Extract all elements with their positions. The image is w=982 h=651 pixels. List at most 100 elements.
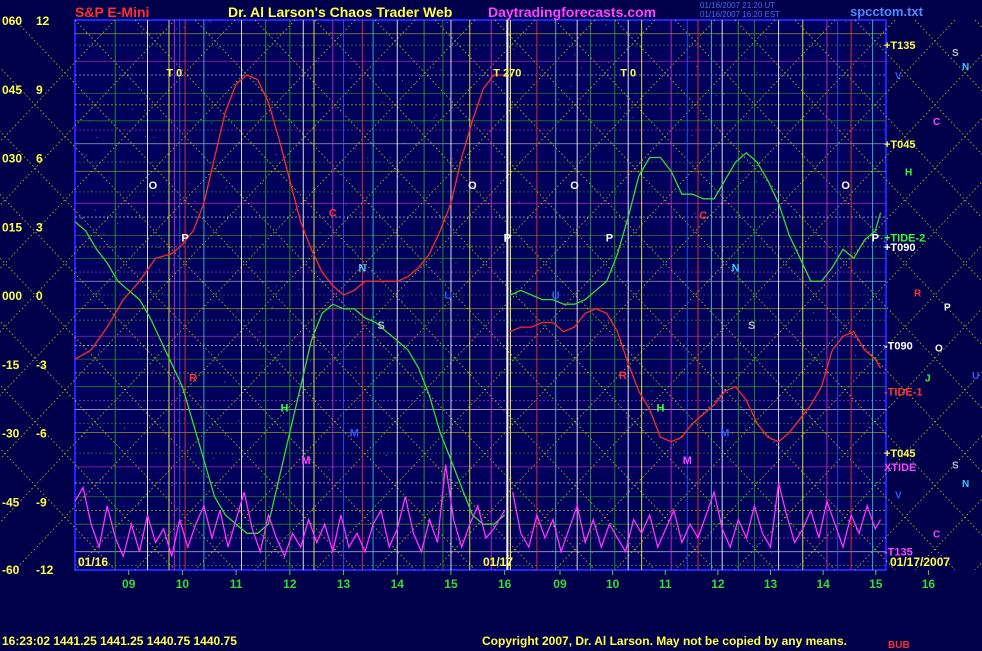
star-dot: [142, 57, 144, 59]
chart-annotation-label: M: [301, 455, 310, 467]
y-axis-inner-label: 3: [36, 220, 43, 234]
star-dot: [158, 269, 160, 271]
star-dot: [867, 561, 869, 562]
level-label: -T090: [884, 340, 913, 352]
star-dot: [362, 382, 364, 383]
star-dot: [865, 117, 867, 119]
star-dot: [121, 161, 122, 163]
planet-letter: U: [972, 371, 979, 382]
x-axis-tick-label: 16: [922, 577, 936, 591]
y-axis-outer-label: 030: [2, 152, 22, 166]
chart-annotation-label: U: [444, 290, 452, 302]
star-dot: [725, 246, 727, 248]
star-dot: [800, 332, 802, 334]
star-dot: [817, 84, 819, 86]
date-label-day2: 01/17: [483, 555, 513, 569]
star-dot: [588, 238, 590, 239]
star-dot: [127, 215, 128, 217]
level-label: -T135: [884, 547, 913, 559]
star-dot: [435, 114, 437, 116]
star-dot: [98, 330, 100, 332]
star-dot: [75, 267, 76, 269]
star-dot: [445, 499, 446, 501]
star-dot: [479, 149, 481, 151]
chart-annotation-label: P: [606, 233, 613, 245]
star-dot: [178, 420, 180, 422]
star-dot: [389, 157, 391, 159]
star-dot: [517, 564, 519, 566]
star-dot: [550, 262, 552, 264]
x-axis-tick-label: 16: [498, 577, 512, 591]
star-dot: [268, 506, 270, 508]
star-dot: [292, 217, 294, 219]
star-dot: [647, 401, 649, 403]
star-dot: [528, 468, 530, 470]
star-dot: [298, 531, 300, 533]
star-dot: [117, 223, 118, 224]
star-dot: [276, 285, 278, 287]
star-dot: [128, 88, 130, 90]
chart-annotation-label: R: [189, 373, 197, 385]
chart-annotation-label: P: [181, 233, 188, 245]
y-axis-outer-label: -60: [2, 563, 20, 577]
x-axis-tick-label: 14: [391, 577, 405, 591]
star-dot: [381, 527, 383, 529]
planet-letter: C: [933, 117, 940, 128]
star-dot: [132, 108, 134, 110]
star-dot: [176, 456, 178, 458]
star-dot: [529, 288, 531, 289]
star-dot: [496, 151, 498, 153]
planet-letter: P: [944, 302, 951, 313]
star-dot: [110, 453, 111, 455]
star-dot: [691, 134, 693, 136]
star-dot: [797, 389, 799, 391]
x-axis-tick-label: 11: [230, 577, 243, 591]
level-label: XTIDE: [884, 462, 916, 474]
website-link[interactable]: Daytradingforecasts.com: [488, 4, 656, 20]
x-axis-tick-label: 09: [122, 577, 136, 591]
timestamp-utc: 01/16/2007 21:20 UT: [700, 1, 776, 10]
star-dot: [345, 204, 347, 206]
star-dot: [386, 454, 387, 456]
star-dot: [468, 157, 470, 159]
star-dot: [432, 67, 434, 69]
star-dot: [845, 21, 847, 22]
y-axis-inner-label: 6: [36, 152, 43, 166]
star-dot: [226, 187, 228, 189]
star-dot: [586, 223, 588, 225]
star-dot: [570, 85, 572, 87]
planet-letter: V: [895, 71, 902, 82]
star-dot: [547, 444, 549, 445]
x-axis-tick-label: 10: [606, 577, 620, 591]
chart-annotation-label: O: [841, 180, 850, 192]
y-axis-outer-label: 000: [2, 289, 22, 303]
star-dot: [757, 567, 759, 569]
star-dot: [144, 109, 145, 111]
star-dot: [790, 417, 792, 418]
star-dot: [276, 154, 278, 155]
chart-annotation-label: P: [872, 233, 879, 245]
star-dot: [113, 246, 115, 248]
footer-tag: BUB: [888, 640, 910, 651]
star-dot: [561, 237, 562, 239]
star-dot: [723, 93, 725, 95]
star-dot: [863, 325, 865, 327]
star-dot: [860, 511, 862, 513]
date-label-day1: 01/16: [78, 555, 108, 569]
star-dot: [301, 45, 303, 47]
star-dot: [440, 261, 442, 263]
star-dot: [137, 504, 139, 506]
star-dot: [551, 278, 553, 279]
star-dot: [301, 288, 303, 290]
star-dot: [430, 292, 432, 294]
star-dot: [735, 357, 737, 359]
star-dot: [554, 21, 556, 23]
chart-annotation-label: C: [699, 210, 707, 222]
star-dot: [356, 557, 358, 559]
star-dot: [690, 379, 692, 381]
y-axis-outer-label: 060: [2, 14, 22, 28]
star-dot: [310, 360, 311, 362]
star-dot: [259, 539, 261, 541]
star-dot: [270, 541, 271, 543]
star-dot: [261, 365, 263, 367]
